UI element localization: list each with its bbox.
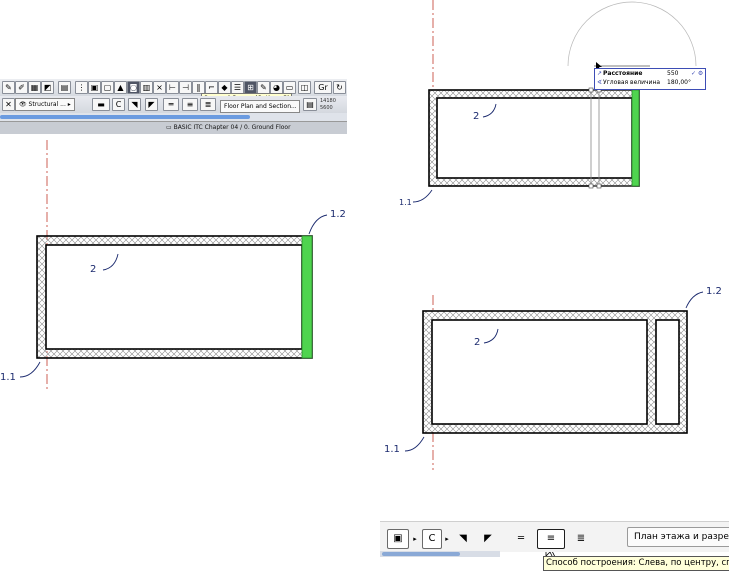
grid-tool-icon[interactable]: ▦ [28,81,41,94]
geometry-method-icon[interactable]: ≡ [537,529,565,549]
beam-tool-icon[interactable]: ◥ [453,529,473,549]
wall-tool-icon[interactable]: ▣ [387,529,409,549]
join-tool-icon[interactable]: ⊢ [166,81,179,94]
view-dropdown[interactable]: Floor Plan and Section... [220,100,300,113]
beam-tool-icon[interactable]: ◥ [128,98,141,111]
distance-label: Расстояние [603,70,643,77]
wall-tool-dropdown-icon[interactable]: ▸ [410,529,420,549]
leader-1-2-left [308,214,328,235]
geometry-method-left-icon[interactable]: ═ [510,529,532,549]
frame-tool-icon[interactable]: ▣ [88,81,101,94]
geometry-method-2-icon[interactable]: ≡ [182,98,198,111]
geometry-method-tooltip: Способ построения: Слева, по центру, спр… [543,556,729,571]
plan-and-section-button[interactable]: План этажа и разрез... [627,527,729,547]
cross-tool-icon[interactable]: ✕ [2,98,15,111]
angle-arc [567,1,697,67]
bottom-scrollbar[interactable] [380,551,500,557]
group-dropdown[interactable]: Gr [314,81,332,94]
pencil-tool-icon[interactable]: ✎ [2,81,15,94]
group-tool-icon[interactable]: ▢ [101,81,114,94]
toolbar-row-2: ✕ 👁 Structural ... ▸ ▬ C ◥ ◤ ═ ≡ ≣ Floor… [0,96,347,114]
leader-1-1-bottom-right [404,436,425,452]
coords-icon: ▤ [303,98,317,111]
snap-tool-icon[interactable]: ◩ [41,81,54,94]
layer-tool-icon[interactable]: ▤ [58,81,71,94]
highlighted-wall-left[interactable] [301,235,313,359]
callout-2-bottom-right: 2 [474,337,481,348]
tracker-box[interactable]: ↗ Расстояние 550 ✓ ⚙ ∢ Угловая величина … [594,68,706,90]
toolbar-row-1: ✎ ✐ ▦ ◩ ▤ ⋮ ▣ ▢ ▲ ◙ ▥ × ⊢ ⊣ ‖ ⌐ ◆ ☰ ⊞ ✎ … [0,79,347,97]
leader-1-2-bottom-right [685,291,704,309]
geometry-method-1-icon[interactable]: ═ [163,98,179,111]
brush-tool-icon[interactable]: ✐ [15,81,28,94]
column-tool-icon[interactable]: C [422,529,442,549]
trim-tool-icon[interactable]: ⊣ [179,81,192,94]
coord-b: 5600 [320,105,333,111]
view-tool-icon[interactable]: ◙ [127,81,140,94]
geometry-method-3-icon[interactable]: ≣ [200,98,216,111]
wall-group-top-right[interactable] [428,87,640,189]
column-tool-icon[interactable]: C [112,98,125,111]
column-tool-dropdown-icon[interactable]: ▸ [442,529,452,549]
coord-a: 14180 [320,98,336,104]
highlighted-wall-top-right[interactable] [631,89,640,187]
slab-tool-icon[interactable]: ◤ [478,529,498,549]
check-icon: ✓ ⚙ [691,70,704,77]
callout-1-1-top-right: 1.1 [399,198,412,207]
close-tool-icon[interactable]: × [153,81,166,94]
marker-tool-icon[interactable]: ▲ [114,81,127,94]
wall-tool-icon[interactable]: ▬ [92,98,110,111]
window-path-bar: ▭ BASIC ITC Chapter 04 / 0. Ground Floor [0,121,347,134]
callout-1-2-bottom-right: 1.2 [706,286,722,297]
dots-tool-icon[interactable]: ⋮ [75,81,88,94]
eye-icon: 👁 [19,101,27,108]
distance-icon: ↗ [597,70,603,77]
window-path: ▭ BASIC ITC Chapter 04 / 0. Ground Floor [166,124,291,131]
angle-icon: ∢ [597,79,603,86]
geometry-method-right-icon[interactable]: ≣ [570,529,592,549]
toolbar-progress-row [0,113,347,121]
distance-value[interactable]: 550 [667,69,678,78]
refresh-tool-icon[interactable]: ↻ [333,81,346,94]
leader-1-1-left [19,361,41,378]
angle-label: Угловая величина [603,79,661,86]
table-tool-icon[interactable]: ▥ [140,81,153,94]
wall-group-bottom-right[interactable] [422,310,688,434]
wall-group-left[interactable] [36,235,313,359]
callout-2-top-right: 2 [473,111,480,122]
callout-1-1-bottom-right: 1.1 [384,444,400,455]
callout-1-1-left: 1.1 [0,372,16,383]
callout-2-left: 2 [90,264,97,275]
angle-value[interactable]: 180,00° [667,78,691,87]
structural-dropdown[interactable]: 👁 Structural ... ▸ [15,98,75,111]
slab-tool-icon[interactable]: ◤ [145,98,158,111]
callout-1-2-left: 1.2 [330,209,346,220]
leader-1-1-top-right [412,189,433,203]
window-tool-icon[interactable]: ◫ [298,81,311,94]
